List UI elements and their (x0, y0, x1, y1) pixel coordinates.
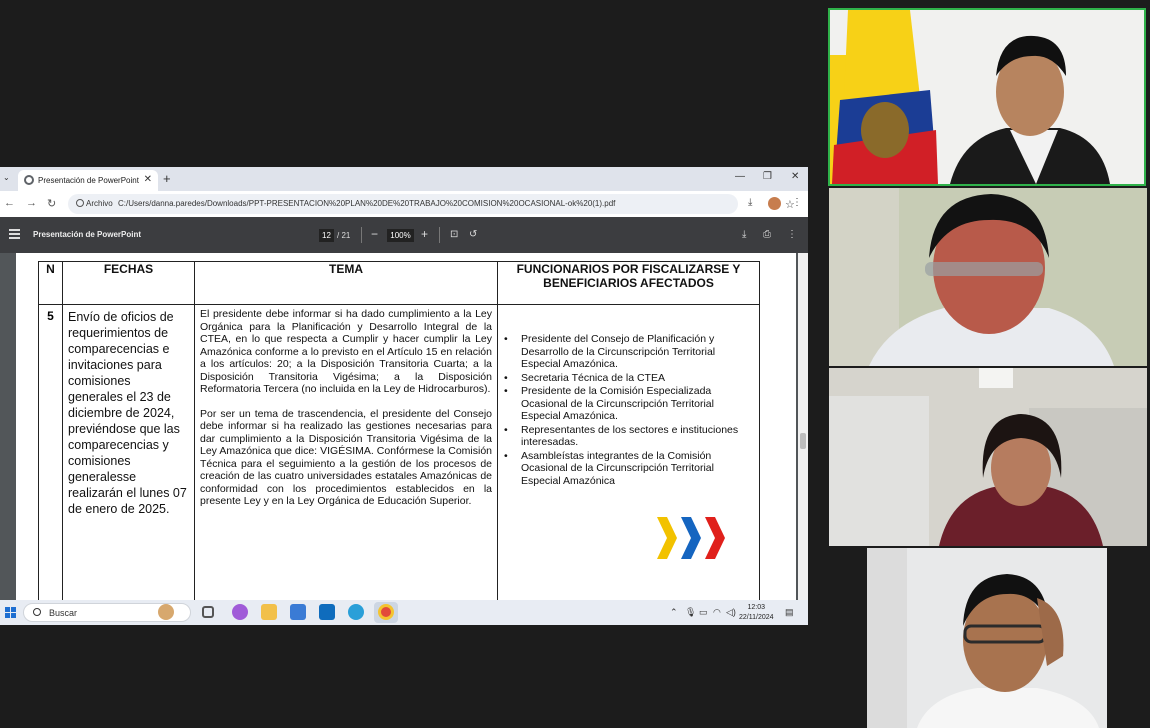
pdf-more-icon[interactable]: ⋮ (787, 229, 797, 240)
header-funcionarios: FUNCIONARIOS POR FISCALIZARSE Y BENEFICI… (497, 261, 760, 305)
page-total: / 21 (337, 231, 351, 240)
rotate-icon[interactable]: ↺ (469, 229, 477, 240)
video-feed (830, 10, 1144, 184)
close-tab-icon[interactable]: ✕ (144, 174, 152, 185)
chevron-logo (657, 517, 725, 559)
pdf-scrollbar[interactable] (798, 253, 808, 600)
browser-tab[interactable]: Presentación de PowerPoint ✕ (18, 170, 158, 191)
pdf-download-icon[interactable]: ⤓ (742, 229, 746, 240)
zoom-in-icon[interactable]: + (421, 227, 428, 241)
list-item: Asambleístas integrantes de la Comisión … (504, 450, 751, 488)
scrollbar-thumb[interactable] (800, 433, 806, 449)
battery-icon[interactable]: ▭ (699, 607, 708, 618)
tema-paragraph-1: El presidente debe informar si ha dado c… (200, 308, 492, 395)
widget-icon[interactable] (158, 604, 174, 620)
notifications-icon[interactable]: ▤ (785, 607, 794, 618)
site-info-label: Archivo (86, 199, 113, 208)
file-explorer-icon[interactable] (261, 604, 277, 620)
tab-search-icon[interactable]: ⌄ (3, 173, 10, 182)
store-icon[interactable] (290, 604, 306, 620)
new-tab-icon[interactable]: + (163, 171, 171, 186)
plan-table: N FECHAS TEMA FUNCIONARIOS POR FISCALIZA… (38, 261, 760, 600)
header-fechas: FECHAS (62, 261, 195, 305)
browser-tab-bar: ⌄ Presentación de PowerPoint ✕ + — ❐ ✕ (0, 167, 808, 191)
windows-start-icon[interactable] (5, 607, 16, 618)
sidebar-menu-icon[interactable] (9, 229, 20, 239)
participant-video[interactable] (867, 548, 1107, 728)
funcionarios-cell: Presidente del Consejo de Planificación … (497, 304, 760, 600)
zoom-input[interactable]: 100% (387, 229, 414, 242)
zoom-out-icon[interactable]: − (371, 227, 378, 241)
print-icon[interactable]: ⎙ (763, 229, 771, 240)
list-item: Presidente de la Comisión Especializada … (504, 385, 751, 423)
address-bar[interactable]: Archivo C:/Users/danna.paredes/Downloads… (68, 194, 795, 214)
pdf-viewer[interactable]: N FECHAS TEMA FUNCIONARIOS POR FISCALIZA… (0, 253, 808, 600)
tab-title: Presentación de PowerPoint (38, 176, 139, 185)
outlook-icon[interactable] (319, 604, 335, 620)
clock-time: 12:03 (747, 604, 766, 611)
fechas-cell: Envío de oficios de requerimientos de co… (62, 304, 195, 600)
search-icon (33, 608, 41, 616)
participant-video[interactable] (829, 368, 1147, 546)
pdf-page: N FECHAS TEMA FUNCIONARIOS POR FISCALIZA… (16, 253, 796, 600)
search-label: Buscar (49, 608, 78, 618)
reload-icon[interactable]: ↻ (47, 197, 56, 210)
header-tema: TEMA (194, 261, 498, 305)
header-n: N (38, 261, 63, 305)
list-item: Representantes de los sectores e institu… (504, 424, 751, 449)
participant-video-active-speaker[interactable] (828, 8, 1146, 186)
video-feed (829, 368, 1147, 546)
clock-date: 22/11/2024 (739, 614, 774, 621)
edge-icon[interactable] (348, 604, 364, 620)
site-info-chip[interactable]: Archivo (72, 197, 117, 210)
list-item: Presidente del Consejo de Planificación … (504, 333, 751, 371)
system-clock[interactable]: 12:03 22/11/2024 (739, 603, 774, 623)
chrome-page-icon (24, 175, 34, 185)
shared-screen: ⌄ Presentación de PowerPoint ✕ + — ❐ ✕ ←… (0, 167, 808, 625)
microphone-icon[interactable]: 🎙 (685, 607, 696, 618)
close-window-icon[interactable]: ✕ (791, 171, 799, 182)
restore-icon[interactable]: ❐ (763, 171, 772, 182)
pdf-toolbar: Presentación de PowerPoint 12 / 21 − 100… (0, 217, 808, 253)
video-feed (829, 188, 1147, 366)
task-view-icon[interactable] (202, 606, 214, 618)
chrome-menu-icon[interactable]: ⋮ (792, 197, 802, 208)
url-text: C:/Users/danna.paredes/Downloads/PPT-PRE… (118, 199, 616, 208)
profile-avatar[interactable] (768, 197, 781, 210)
download-icon[interactable]: ⤓ (748, 197, 752, 208)
participant-video[interactable] (829, 188, 1147, 366)
chrome-icon[interactable] (378, 604, 394, 620)
meeting-stage: ⌄ Presentación de PowerPoint ✕ + — ❐ ✕ ←… (0, 0, 1150, 728)
tema-paragraph-2: Por ser un tema de trascendencia, el pre… (200, 407, 492, 508)
address-bar-row: ← → ↻ Archivo C:/Users/danna.paredes/Dow… (0, 191, 808, 217)
volume-icon[interactable]: ◁) (726, 607, 736, 618)
windows-taskbar: Buscar ⌃ 🎙 ▭ ◠ ◁) 12:03 22/11/2024 ▤ (0, 600, 808, 625)
funcionarios-list: Presidente del Consejo de Planificación … (504, 333, 751, 487)
back-icon[interactable]: ← (4, 197, 15, 209)
video-feed (867, 548, 1107, 728)
info-icon (76, 199, 84, 207)
row-number: 5 (38, 304, 63, 600)
copilot-icon[interactable] (232, 604, 248, 620)
wifi-icon[interactable]: ◠ (713, 607, 721, 618)
list-item: Secretaria Técnica de la CTEA (504, 372, 751, 385)
fit-page-icon[interactable]: ⊡ (450, 229, 458, 240)
toolbar-divider (439, 227, 440, 243)
minimize-icon[interactable]: — (735, 171, 745, 182)
forward-icon[interactable]: → (26, 197, 37, 209)
tema-cell: El presidente debe informar si ha dado c… (194, 304, 498, 600)
toolbar-divider (361, 227, 362, 243)
tray-chevron-icon[interactable]: ⌃ (670, 607, 678, 618)
page-number-input[interactable]: 12 (319, 229, 334, 242)
pdf-title: Presentación de PowerPoint (33, 230, 142, 239)
